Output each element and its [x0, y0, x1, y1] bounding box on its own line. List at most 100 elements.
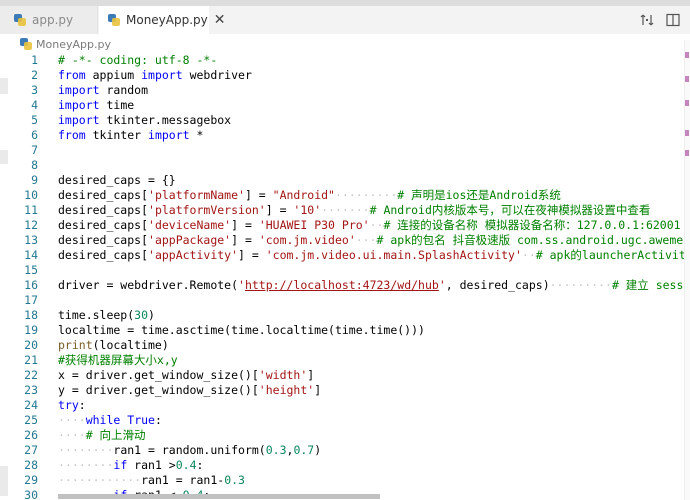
- line-number: 15: [24, 263, 38, 277]
- code-text: driver = webdriver.Remote('http://localh…: [58, 278, 684, 292]
- code-text: x = driver.get_window_size()['width']: [58, 368, 315, 382]
- close-icon[interactable]: ✕: [214, 13, 226, 27]
- code-line[interactable]: 7: [0, 143, 684, 158]
- code-line[interactable]: 19 localtime = time.asctime(time.localtim…: [0, 323, 684, 338]
- compare-changes-icon[interactable]: [640, 13, 654, 27]
- code-text: ····# 向上滑动: [58, 428, 146, 442]
- line-number: 14: [24, 248, 38, 262]
- overview-ruler[interactable]: [684, 40, 690, 500]
- horizontal-scrollbar[interactable]: [58, 494, 380, 499]
- line-number: 24: [24, 398, 38, 412]
- line-number: 18: [24, 308, 38, 322]
- python-file-icon: [20, 38, 32, 50]
- line-number: 25: [24, 413, 38, 427]
- line-number: 4: [31, 98, 38, 112]
- code-text: from tkinter import *: [58, 128, 204, 142]
- line-number: 5: [31, 113, 38, 127]
- code-line[interactable]: 27 ········ran1 = random.uniform(0.3,0.7): [0, 443, 684, 458]
- line-number: 19: [24, 323, 38, 337]
- line-number: 23: [24, 383, 38, 397]
- code-text: from appium import webdriver: [58, 68, 252, 82]
- line-number: 29: [24, 473, 38, 487]
- code-editor[interactable]: 1 # -*- coding: utf-8 -*- 2 from appium imp…: [0, 51, 684, 500]
- code-line[interactable]: 5 import tkinter.messagebox: [0, 113, 684, 128]
- ruler-mark: [685, 150, 689, 156]
- code-text: desired_caps['deviceName'] = 'HUAWEI P30…: [58, 218, 681, 232]
- code-line[interactable]: 9 desired_caps = {}: [0, 173, 684, 188]
- line-number: 17: [24, 293, 38, 307]
- code-line[interactable]: 1 # -*- coding: utf-8 -*-: [0, 53, 684, 68]
- code-line[interactable]: 18 time.sleep(30): [0, 308, 684, 323]
- code-line[interactable]: 22 x = driver.get_window_size()['width']: [0, 368, 684, 383]
- line-number: 9: [31, 173, 38, 187]
- python-file-icon: [14, 14, 26, 26]
- code-line[interactable]: 20 print(localtime): [0, 338, 684, 353]
- line-number: 2: [31, 68, 38, 82]
- code-text: desired_caps['appPackage'] = 'com.jm.vid…: [58, 233, 684, 247]
- code-text: ············ran1 = ran1-0.3: [58, 473, 245, 487]
- tab-label: MoneyApp.py: [126, 13, 208, 27]
- code-line[interactable]: 25 ····while True:: [0, 413, 684, 428]
- line-number: 8: [31, 158, 38, 172]
- code-line[interactable]: 23 y = driver.get_window_size()['height']: [0, 383, 684, 398]
- code-line[interactable]: 13 desired_caps['appPackage'] = 'com.jm.v…: [0, 233, 684, 248]
- code-line[interactable]: 21 #获得机器屏幕大小x,y: [0, 353, 684, 368]
- code-line[interactable]: 4 import time: [0, 98, 684, 113]
- code-line[interactable]: 8: [0, 158, 684, 173]
- breadcrumb-file: MoneyApp.py: [36, 37, 111, 51]
- ruler-mark: [685, 52, 689, 58]
- tab-app-py[interactable]: app.py: [0, 6, 98, 34]
- code-text: #获得机器屏幕大小x,y: [58, 353, 178, 367]
- code-text: import random: [58, 83, 149, 97]
- line-number: 21: [24, 353, 38, 367]
- code-line[interactable]: 14 desired_caps['appActivity'] = 'com.jm.…: [0, 248, 684, 263]
- code-line[interactable]: 2 from appium import webdriver: [0, 68, 684, 83]
- code-text: desired_caps['platformVersion'] = '10'··…: [58, 203, 651, 217]
- line-number: 7: [31, 143, 38, 157]
- code-line[interactable]: 16 driver = webdriver.Remote('http://loca…: [0, 278, 684, 293]
- line-number: 6: [31, 128, 38, 142]
- code-line[interactable]: 6 from tkinter import *: [0, 128, 684, 143]
- code-line[interactable]: 15: [0, 263, 684, 278]
- code-text: ····while True:: [58, 413, 162, 427]
- line-number: 1: [31, 53, 38, 67]
- code-text: localtime = time.asctime(time.localtime(…: [58, 323, 425, 337]
- line-number: 28: [24, 458, 38, 472]
- code-line[interactable]: 26 ····# 向上滑动: [0, 428, 684, 443]
- tab-moneyapp-py[interactable]: MoneyApp.py ✕: [99, 6, 226, 34]
- ruler-mark: [685, 130, 689, 136]
- line-number: 10: [24, 188, 38, 202]
- code-line[interactable]: 11 desired_caps['platformVersion'] = '10'…: [0, 203, 684, 218]
- code-line[interactable]: 12 desired_caps['deviceName'] = 'HUAWEI P…: [0, 218, 684, 233]
- code-line[interactable]: 17: [0, 293, 684, 308]
- code-text: time.sleep(30): [58, 308, 155, 322]
- line-number: 26: [24, 428, 38, 442]
- line-number: 12: [24, 218, 38, 232]
- code-text: try:: [58, 398, 86, 412]
- code-text: ········ran1 = random.uniform(0.3,0.7): [58, 443, 322, 457]
- split-editor-icon[interactable]: [666, 13, 680, 27]
- code-text: y = driver.get_window_size()['height']: [58, 383, 322, 397]
- code-line[interactable]: 24 try:: [0, 398, 684, 413]
- code-text: desired_caps['appActivity'] = 'com.jm.vi…: [58, 248, 684, 262]
- editor-actions: [640, 6, 690, 34]
- line-number: 13: [24, 233, 38, 247]
- line-number: 11: [24, 203, 38, 217]
- python-file-icon: [108, 14, 120, 26]
- code-text: # -*- coding: utf-8 -*-: [58, 53, 218, 67]
- ruler-mark: [685, 100, 689, 106]
- code-line[interactable]: 3 import random: [0, 83, 684, 98]
- code-text: import tkinter.messagebox: [58, 113, 232, 127]
- line-number: 3: [31, 83, 38, 97]
- code-line[interactable]: 10 desired_caps['platformName'] = "Androi…: [0, 188, 684, 203]
- code-line[interactable]: 28 ········if ran1 >0.4:: [0, 458, 684, 473]
- ruler-mark: [685, 76, 689, 82]
- line-number: 16: [24, 278, 38, 292]
- line-number: 27: [24, 443, 38, 457]
- code-text: desired_caps['platformName'] = "Android"…: [58, 188, 561, 202]
- code-text: desired_caps = {}: [58, 173, 176, 187]
- line-number: 22: [24, 368, 38, 382]
- code-text: import time: [58, 98, 135, 112]
- code-line[interactable]: 29 ············ran1 = ran1-0.3: [0, 473, 684, 488]
- line-number: 30: [24, 488, 38, 500]
